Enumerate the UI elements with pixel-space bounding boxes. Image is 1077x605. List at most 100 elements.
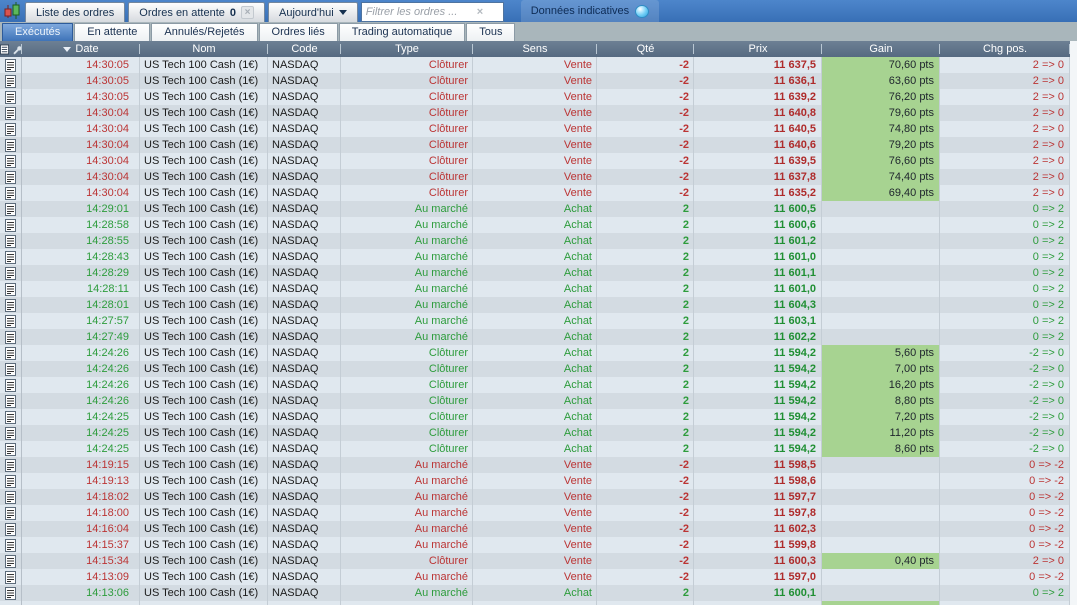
order-doc-icon-cell[interactable] bbox=[0, 121, 22, 137]
order-row[interactable]: 14:30:04 US Tech 100 Cash (1€) NASDAQ Clôtu… bbox=[0, 169, 1077, 185]
column-header-type[interactable]: Type bbox=[341, 41, 473, 57]
order-doc-icon[interactable] bbox=[5, 298, 16, 312]
order-doc-icon[interactable] bbox=[5, 250, 16, 264]
order-doc-icon[interactable] bbox=[5, 314, 16, 328]
tab-liste-des-ordres[interactable]: Liste des ordres bbox=[25, 2, 126, 22]
tab-trading-automatique[interactable]: Trading automatique bbox=[338, 23, 466, 41]
order-doc-icon[interactable] bbox=[5, 218, 16, 232]
order-row[interactable]: 14:13:06 US Tech 100 Cash (1€) NASDAQ Au ma… bbox=[0, 585, 1077, 601]
column-header-chg-pos[interactable]: Chg pos. bbox=[940, 41, 1070, 57]
order-doc-icon-cell[interactable] bbox=[0, 281, 22, 297]
order-doc-icon-cell[interactable] bbox=[0, 361, 22, 377]
order-doc-icon[interactable] bbox=[5, 266, 16, 280]
column-header-prix[interactable]: Prix bbox=[694, 41, 822, 57]
report-icon[interactable] bbox=[0, 44, 10, 55]
order-row[interactable]: 14:24:25 US Tech 100 Cash (1€) NASDAQ Clôtu… bbox=[0, 409, 1077, 425]
column-header-nom[interactable]: Nom bbox=[140, 41, 268, 57]
order-row[interactable]: 14:13:09 US Tech 100 Cash (1€) NASDAQ Au ma… bbox=[0, 569, 1077, 585]
column-header-date[interactable]: Date bbox=[22, 41, 140, 57]
order-row[interactable]: 14:27:57 US Tech 100 Cash (1€) NASDAQ Au ma… bbox=[0, 313, 1077, 329]
order-doc-icon[interactable] bbox=[5, 186, 16, 200]
tab-tous[interactable]: Tous bbox=[466, 23, 516, 41]
order-doc-icon-cell[interactable] bbox=[0, 441, 22, 457]
order-doc-icon-cell[interactable] bbox=[0, 233, 22, 249]
order-row[interactable]: 14:24:25 US Tech 100 Cash (1€) NASDAQ Clôtu… bbox=[0, 425, 1077, 441]
order-row[interactable]: 14:30:05 US Tech 100 Cash (1€) NASDAQ Clôtu… bbox=[0, 89, 1077, 105]
order-doc-icon[interactable] bbox=[5, 410, 16, 424]
order-doc-icon[interactable] bbox=[5, 202, 16, 216]
order-row[interactable]: 14:30:04 US Tech 100 Cash (1€) NASDAQ Clôtu… bbox=[0, 137, 1077, 153]
order-doc-icon[interactable] bbox=[5, 362, 16, 376]
order-row[interactable]: 14:19:15 US Tech 100 Cash (1€) NASDAQ Au ma… bbox=[0, 457, 1077, 473]
order-doc-icon[interactable] bbox=[5, 506, 16, 520]
order-row[interactable]: 14:28:55 US Tech 100 Cash (1€) NASDAQ Au ma… bbox=[0, 233, 1077, 249]
order-row[interactable]: 14:24:26 US Tech 100 Cash (1€) NASDAQ Clôtu… bbox=[0, 361, 1077, 377]
order-doc-icon[interactable] bbox=[5, 58, 16, 72]
order-doc-icon-cell[interactable] bbox=[0, 57, 22, 73]
order-doc-icon-cell[interactable] bbox=[0, 521, 22, 537]
order-row[interactable]: 14:30:05 US Tech 100 Cash (1€) NASDAQ Clôtu… bbox=[0, 73, 1077, 89]
order-doc-icon[interactable] bbox=[5, 538, 16, 552]
order-doc-icon[interactable] bbox=[5, 522, 16, 536]
order-doc-icon-cell[interactable] bbox=[0, 249, 22, 265]
order-row[interactable]: 14:24:26 US Tech 100 Cash (1€) NASDAQ Clôtu… bbox=[0, 345, 1077, 361]
column-header-qte[interactable]: Qté bbox=[597, 41, 694, 57]
order-doc-icon[interactable] bbox=[5, 154, 16, 168]
order-doc-icon[interactable] bbox=[5, 234, 16, 248]
order-doc-icon[interactable] bbox=[5, 490, 16, 504]
order-doc-icon[interactable] bbox=[5, 458, 16, 472]
order-doc-icon[interactable] bbox=[5, 106, 16, 120]
order-row[interactable]: 14:15:34 US Tech 100 Cash (1€) NASDAQ Clôtu… bbox=[0, 553, 1077, 569]
order-doc-icon[interactable] bbox=[5, 474, 16, 488]
column-header-sens[interactable]: Sens bbox=[473, 41, 597, 57]
order-doc-icon-cell[interactable] bbox=[0, 457, 22, 473]
order-row[interactable]: 14:30:04 US Tech 100 Cash (1€) NASDAQ Clôtu… bbox=[0, 153, 1077, 169]
order-row[interactable]: 14:28:58 US Tech 100 Cash (1€) NASDAQ Au ma… bbox=[0, 217, 1077, 233]
tab-ordres-en-attente[interactable]: Ordres en attente 0 × bbox=[128, 2, 265, 22]
order-doc-icon-cell[interactable] bbox=[0, 217, 22, 233]
order-doc-icon[interactable] bbox=[5, 90, 16, 104]
order-row[interactable]: 14:24:26 US Tech 100 Cash (1€) NASDAQ Clôtu… bbox=[0, 393, 1077, 409]
order-doc-icon-cell[interactable] bbox=[0, 185, 22, 201]
order-row[interactable]: 14:24:26 US Tech 100 Cash (1€) NASDAQ Clôtu… bbox=[0, 377, 1077, 393]
tab-executes[interactable]: Exécutés bbox=[2, 23, 74, 41]
order-row[interactable]: 14:28:29 US Tech 100 Cash (1€) NASDAQ Au ma… bbox=[0, 265, 1077, 281]
order-doc-icon[interactable] bbox=[5, 586, 16, 600]
close-tab-icon[interactable]: × bbox=[241, 6, 254, 19]
order-doc-icon-cell[interactable] bbox=[0, 505, 22, 521]
order-doc-icon-cell[interactable] bbox=[0, 489, 22, 505]
order-doc-icon[interactable] bbox=[5, 442, 16, 456]
order-doc-icon[interactable] bbox=[5, 570, 16, 584]
order-doc-icon-cell[interactable] bbox=[0, 345, 22, 361]
tab-ordres-lies[interactable]: Ordres liés bbox=[258, 23, 338, 41]
clear-filter-icon[interactable]: × bbox=[472, 6, 488, 18]
order-doc-icon-cell[interactable] bbox=[0, 377, 22, 393]
order-row[interactable]: 14:24:25 US Tech 100 Cash (1€) NASDAQ Clôtu… bbox=[0, 441, 1077, 457]
order-row[interactable]: 14:18:00 US Tech 100 Cash (1€) NASDAQ Au ma… bbox=[0, 505, 1077, 521]
order-row[interactable]: 14:15:37 US Tech 100 Cash (1€) NASDAQ Au ma… bbox=[0, 537, 1077, 553]
order-doc-icon[interactable] bbox=[5, 74, 16, 88]
order-doc-icon-cell[interactable] bbox=[0, 73, 22, 89]
tab-en-attente[interactable]: En attente bbox=[74, 23, 151, 41]
order-doc-icon[interactable] bbox=[5, 330, 16, 344]
order-doc-icon-cell[interactable] bbox=[0, 153, 22, 169]
order-row[interactable]: 14:28:11 US Tech 100 Cash (1€) NASDAQ Au ma… bbox=[0, 281, 1077, 297]
tab-annules-rejetes[interactable]: Annulés/Rejetés bbox=[151, 23, 258, 41]
order-doc-icon-cell[interactable] bbox=[0, 137, 22, 153]
order-doc-icon[interactable] bbox=[5, 138, 16, 152]
order-doc-icon[interactable] bbox=[5, 394, 16, 408]
order-row[interactable]: 14:30:04 US Tech 100 Cash (1€) NASDAQ Clôtu… bbox=[0, 105, 1077, 121]
order-row[interactable]: 14:28:01 US Tech 100 Cash (1€) NASDAQ Au ma… bbox=[0, 297, 1077, 313]
globe-icon[interactable] bbox=[635, 4, 650, 18]
order-doc-icon-cell[interactable] bbox=[0, 313, 22, 329]
order-doc-icon[interactable] bbox=[5, 378, 16, 392]
order-doc-icon-cell[interactable] bbox=[0, 409, 22, 425]
order-row[interactable]: 14:18:02 US Tech 100 Cash (1€) NASDAQ Au ma… bbox=[0, 489, 1077, 505]
wrench-settings-icon[interactable] bbox=[12, 44, 22, 55]
order-doc-icon[interactable] bbox=[5, 554, 16, 568]
order-row[interactable]: 14:28:43 US Tech 100 Cash (1€) NASDAQ Au ma… bbox=[0, 249, 1077, 265]
order-row[interactable]: 14:16:04 US Tech 100 Cash (1€) NASDAQ Au ma… bbox=[0, 521, 1077, 537]
order-row[interactable]: 14:27:49 US Tech 100 Cash (1€) NASDAQ Au ma… bbox=[0, 329, 1077, 345]
order-doc-icon-cell[interactable] bbox=[0, 569, 22, 585]
order-doc-icon-cell[interactable] bbox=[0, 265, 22, 281]
